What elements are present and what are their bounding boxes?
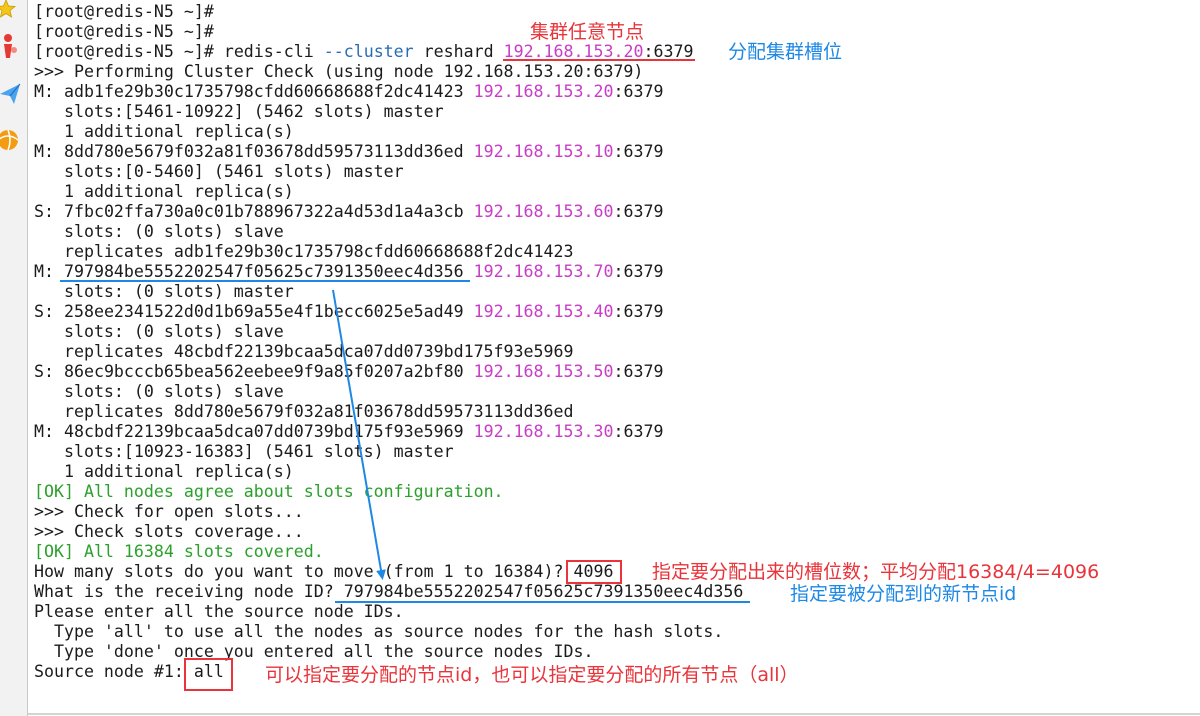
command-subcommand: reshard <box>423 42 494 61</box>
node-line: M: adb1fe29b30c1735798cfdd60668688f2dc41… <box>34 82 743 102</box>
receiving-node-answer: 797984be5552202547f05625c7391350eec4d356 <box>343 582 744 601</box>
node-line: S: 86ec9bcccb65bea562eebee9f9a85f0207a2b… <box>34 362 743 382</box>
slot-count-prompt-line: How many slots do you want to move (from… <box>34 562 743 582</box>
annotation-any-node: 集群任意节点 <box>530 21 645 43</box>
terminal-window[interactable]: [root@redis-N5 ~]# [root@redis-N5 ~]# [r… <box>28 0 1200 715</box>
ball-icon[interactable] <box>0 128 27 154</box>
node-port: :6379 <box>613 302 664 321</box>
receiving-node-question: What is the receiving node ID? <box>34 582 334 601</box>
node-role: M: <box>34 422 54 441</box>
command-program: redis-cli <box>223 42 314 61</box>
node-ip: 192.168.153.20 <box>473 82 614 101</box>
terminal-output: [root@redis-N5 ~]# [root@redis-N5 ~]# [r… <box>34 2 743 682</box>
node-detail: replicates 8dd780e5679f032a81f03678dd595… <box>63 402 574 421</box>
node-role: S: <box>34 202 54 221</box>
node-id: 86ec9bcccb65bea562eebee9f9a85f0207a2bf80 <box>63 362 464 381</box>
annotation-new-node-id: 指定要被分配到的新节点id <box>790 583 1017 605</box>
ok-slots-covered: [OK] All 16384 slots covered. <box>34 542 324 561</box>
node-ip: 192.168.153.10 <box>473 142 614 161</box>
check-slots-coverage: >>> Check slots coverage... <box>34 522 304 541</box>
node-detail: 1 additional replica(s) <box>63 122 294 141</box>
ok-slots-agree: [OK] All nodes agree about slots configu… <box>34 482 504 501</box>
node-port: :6379 <box>613 262 664 281</box>
node-detail: slots:[10923-16383] (5461 slots) master <box>63 442 454 461</box>
cluster-check-header: >>> Performing Cluster Check (using node… <box>34 62 644 81</box>
node-ip: 192.168.153.50 <box>473 362 614 381</box>
pin-icon[interactable] <box>0 30 27 62</box>
node-id: 7fbc02ffa730a0c01b788967322a4d53d1a4a3cb <box>63 202 464 221</box>
node-detail: slots: (0 slots) master <box>63 282 294 301</box>
paper-plane-icon[interactable] <box>0 82 27 106</box>
node-line: S: 7fbc02ffa730a0c01b788967322a4d53d1a4a… <box>34 202 743 222</box>
node-id: adb1fe29b30c1735798cfdd60668688f2dc41423 <box>63 82 464 101</box>
node-detail: slots: (0 slots) slave <box>63 222 284 241</box>
node-id: 8dd780e5679f032a81f03678dd59573113dd36ed <box>63 142 464 161</box>
node-detail: slots: (0 slots) slave <box>63 382 284 401</box>
shell-prompt: [root@redis-N5 ~]# <box>34 42 214 61</box>
annotation-assign-slots: 分配集群槽位 <box>728 41 843 63</box>
receiving-node-prompt-line: What is the receiving node ID? 797984be5… <box>34 582 743 602</box>
source-instruction: Type 'done' once you entered all the sou… <box>53 642 594 661</box>
node-line: M: 48cbdf22139bcaa5dca07dd0739bd175f93e5… <box>34 422 743 442</box>
node-port: :6379 <box>613 362 664 381</box>
source-node-answer: all <box>193 662 224 681</box>
node-detail: replicates 48cbdf22139bcaa5dca07dd0739bd… <box>63 342 574 361</box>
node-line: S: 258ee2341522d0d1b69a55e4f1becc6025e5a… <box>34 302 743 322</box>
annotation-slot-count: 指定要分配出来的槽位数；平均分配16384/4=4096 <box>652 561 1100 583</box>
node-ip: 192.168.153.40 <box>473 302 614 321</box>
new-node-id: 797984be5552202547f05625c7391350eec4d356 <box>63 262 464 281</box>
node-detail: 1 additional replica(s) <box>63 182 294 201</box>
node-id: 258ee2341522d0d1b69a55e4f1becc6025e5ad49 <box>63 302 464 321</box>
launcher-sidebar <box>0 0 28 716</box>
node-detail: slots: (0 slots) slave <box>63 322 284 341</box>
node-role: M: <box>34 82 54 101</box>
node-role: M: <box>34 262 54 281</box>
source-instruction: Please enter all the source node IDs. <box>34 602 404 621</box>
command-line: [root@redis-N5 ~]# redis-cli --cluster r… <box>34 42 743 62</box>
node-line: M: 8dd780e5679f032a81f03678dd59573113dd3… <box>34 142 743 162</box>
shell-prompt-line: [root@redis-N5 ~]# <box>34 2 214 21</box>
slot-count-answer: 4096 <box>573 562 614 581</box>
node-port: :6379 <box>613 142 664 161</box>
star-icon[interactable] <box>0 0 27 20</box>
annotation-source-nodes: 可以指定要分配的节点id，也可以指定要分配的所有节点（all） <box>265 664 799 686</box>
node-role: S: <box>34 302 54 321</box>
node-line: M: 797984be5552202547f05625c7391350eec4d… <box>34 262 743 282</box>
node-detail: 1 additional replica(s) <box>63 462 294 481</box>
node-detail: replicates adb1fe29b30c1735798cfdd606686… <box>63 242 574 261</box>
command-node-port: :6379 <box>643 42 694 61</box>
slot-count-question: How many slots do you want to move (from… <box>34 562 564 581</box>
node-detail: slots:[0-5460] (5461 slots) master <box>63 162 404 181</box>
node-detail: slots:[5461-10922] (5462 slots) master <box>63 102 444 121</box>
node-port: :6379 <box>613 202 664 221</box>
source-node-question: Source node #1: <box>34 662 184 681</box>
node-ip: 192.168.153.70 <box>473 262 614 281</box>
node-ip: 192.168.153.60 <box>473 202 614 221</box>
command-node-ip: 192.168.153.20 <box>503 42 644 61</box>
node-port: :6379 <box>613 82 664 101</box>
node-ip: 192.168.153.30 <box>473 422 614 441</box>
check-open-slots: >>> Check for open slots... <box>34 502 304 521</box>
node-role: S: <box>34 362 54 381</box>
node-role: M: <box>34 142 54 161</box>
node-id: 48cbdf22139bcaa5dca07dd0739bd175f93e5969 <box>63 422 464 441</box>
node-port: :6379 <box>613 422 664 441</box>
command-flag: --cluster <box>323 42 414 61</box>
source-instruction: Type 'all' to use all the nodes as sourc… <box>53 622 724 641</box>
